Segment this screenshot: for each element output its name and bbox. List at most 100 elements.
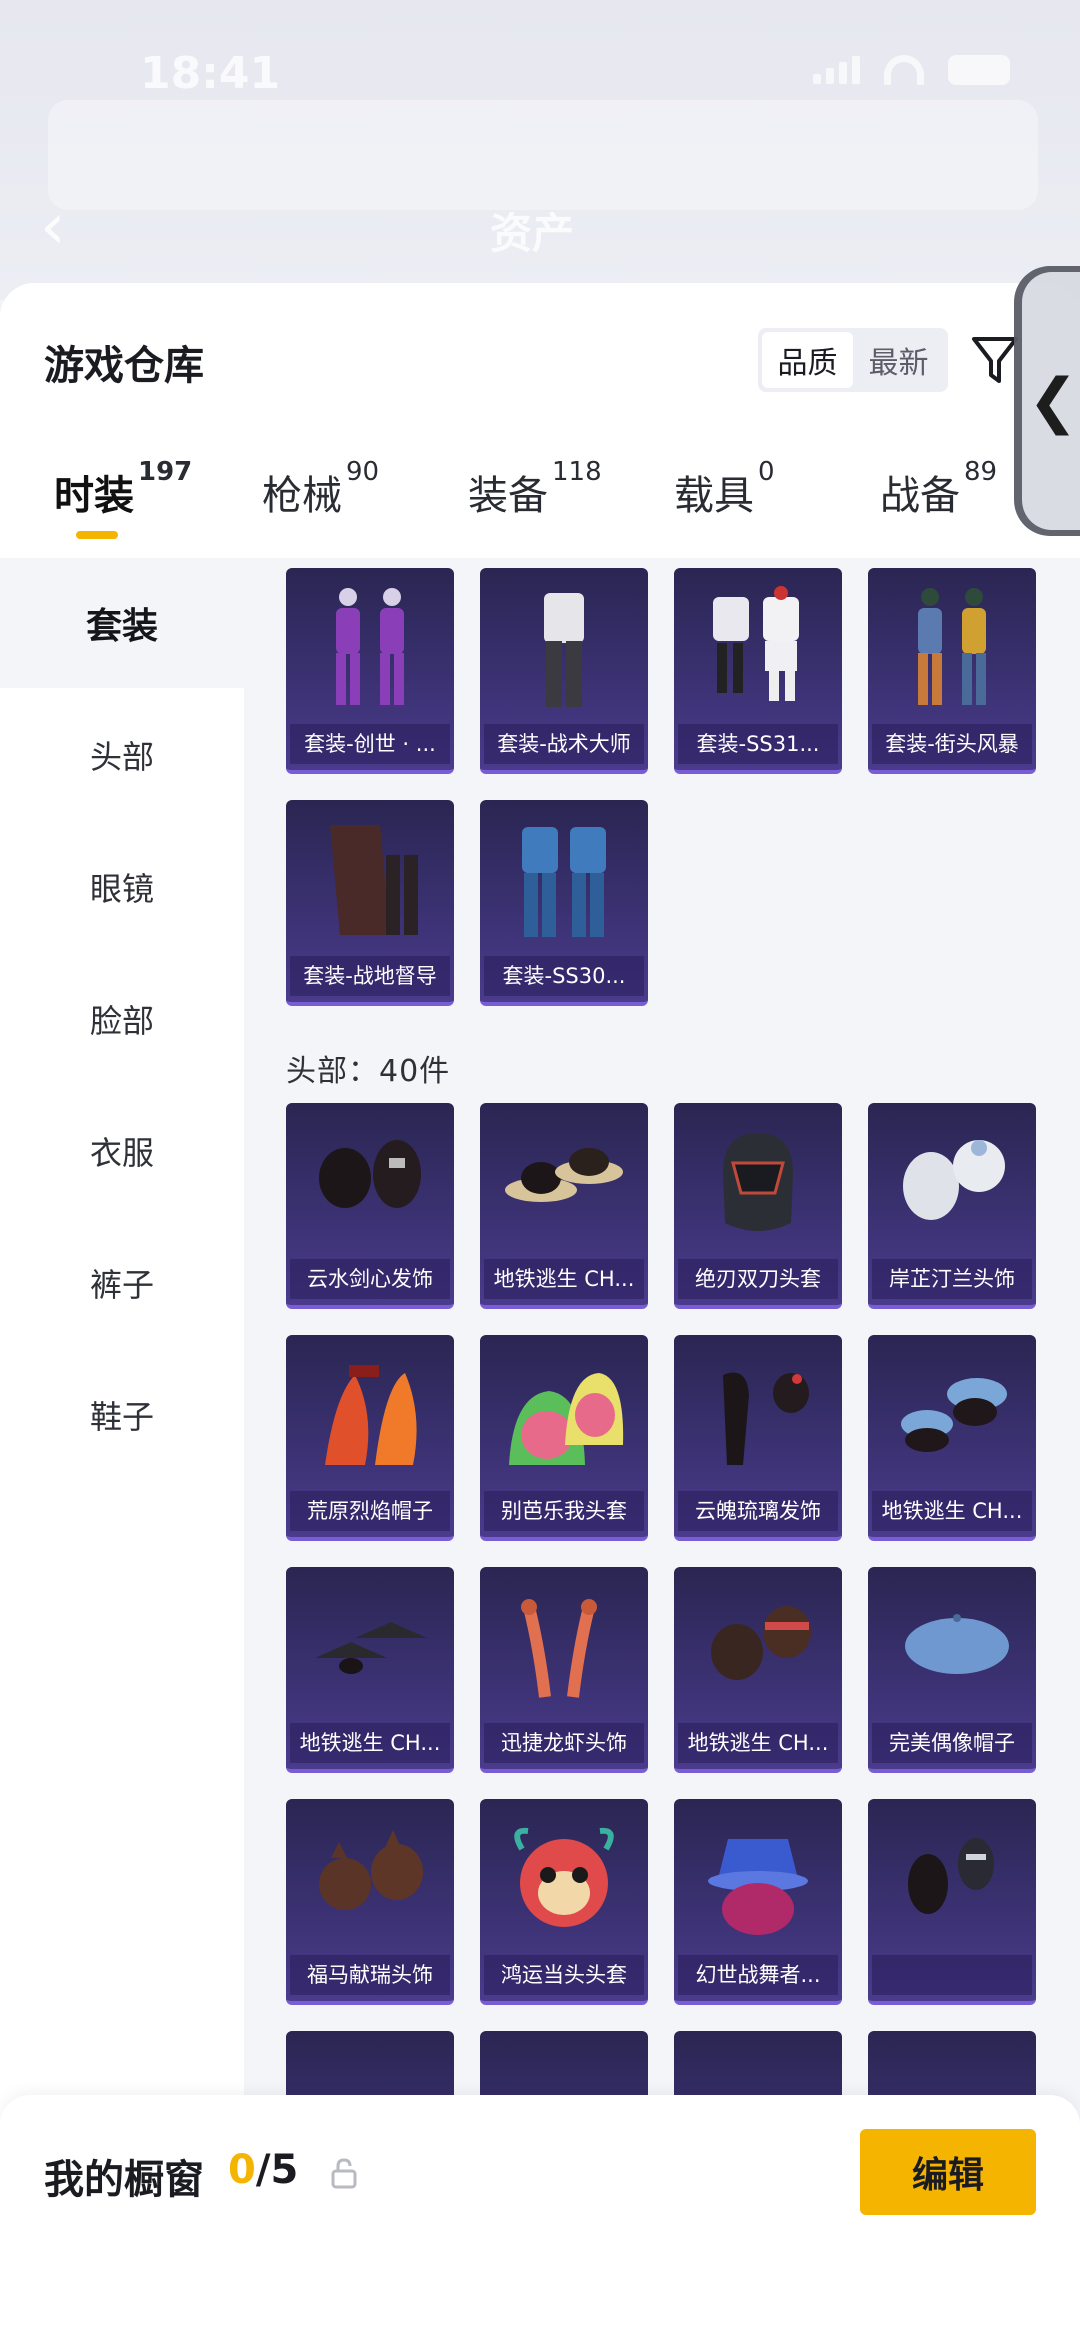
filter-icon[interactable] <box>970 333 1020 389</box>
tab-label: 时装 <box>54 473 134 519</box>
item-name: 幻世战舞者... <box>678 1955 838 1995</box>
sort-quality-button[interactable]: 品质 <box>762 332 853 388</box>
head-item-card[interactable]: 地铁逃生 CH... <box>480 1103 648 1309</box>
background-panel <box>48 100 1038 210</box>
item-name: 地铁逃生 CH... <box>872 1491 1032 1531</box>
subcategory-glasses[interactable]: 眼镜 <box>0 822 244 952</box>
suit-card[interactable]: 套装-战术大师 <box>480 568 648 774</box>
beret-icon <box>878 1577 1026 1717</box>
subcategory-sidebar: 套装 头部 眼镜 脸部 衣服 裤子 鞋子 <box>0 558 244 2238</box>
head-item-card[interactable] <box>868 1799 1036 2005</box>
item-name: 套装-战术大师 <box>484 724 644 764</box>
signal-icon <box>813 56 860 84</box>
outfit-icon <box>490 578 638 718</box>
active-tab-indicator <box>76 531 118 539</box>
tab-label: 装备 <box>468 473 548 519</box>
subcategory-clothes[interactable]: 衣服 <box>0 1086 244 1216</box>
showcase-used: 0 <box>228 2147 256 2193</box>
tab-equipment[interactable]: 装备118 <box>468 457 602 521</box>
lock-icon <box>331 2158 357 2189</box>
item-name <box>872 1955 1032 1995</box>
outfit-icon <box>878 578 1026 718</box>
side-drawer-handle[interactable]: ❮ <box>1014 266 1080 536</box>
head-item-card[interactable]: 岸芷汀兰头饰 <box>868 1103 1036 1309</box>
head-item-card[interactable]: 完美偶像帽子 <box>868 1567 1036 1773</box>
item-name: 绝刃双刀头套 <box>678 1259 838 1299</box>
item-name: 套装-创世 · ... <box>290 724 450 764</box>
chevron-left-icon: ❮ <box>1022 272 1080 530</box>
item-name: 岸芷汀兰头饰 <box>872 1259 1032 1299</box>
wifi-icon <box>884 55 924 85</box>
suit-card[interactable]: 套装-街头风暴 <box>868 568 1036 774</box>
subcategory-shoes[interactable]: 鞋子 <box>0 1350 244 1480</box>
head-item-card[interactable]: 地铁逃生 CH... <box>674 1567 842 1773</box>
tab-guns[interactable]: 枪械90 <box>262 457 379 521</box>
subcategory-suits[interactable]: 套装 <box>0 558 244 688</box>
bucket-hat-icon <box>684 1809 832 1949</box>
head-item-card[interactable]: 荒原烈焰帽子 <box>286 1335 454 1541</box>
edit-button[interactable]: 编辑 <box>860 2129 1036 2215</box>
hair-icon <box>684 1577 832 1717</box>
sheet-title: 游戏仓库 <box>44 343 204 389</box>
battery-icon <box>948 55 1010 85</box>
hair-icon <box>296 1809 444 1949</box>
tab-vehicles[interactable]: 载具0 <box>674 457 775 521</box>
item-name: 云魄琉璃发饰 <box>678 1491 838 1531</box>
suit-card[interactable]: 套装-创世 · ... <box>286 568 454 774</box>
hair-icon <box>684 1345 832 1485</box>
tab-fashion[interactable]: 时装197 <box>54 457 192 521</box>
head-item-card[interactable]: 迅捷龙虾头饰 <box>480 1567 648 1773</box>
hair-icon <box>878 1809 1026 1949</box>
head-item-card[interactable]: 幻世战舞者... <box>674 1799 842 2005</box>
hat-icon <box>490 1113 638 1253</box>
subcategory-face[interactable]: 脸部 <box>0 954 244 1084</box>
helmet-icon <box>684 1113 832 1253</box>
outfit-icon <box>490 810 638 950</box>
item-name: 套装-战地督导 <box>290 956 450 996</box>
beret-icon <box>878 1345 1026 1485</box>
tab-count: 90 <box>346 457 380 487</box>
tab-count: 118 <box>552 457 602 487</box>
back-icon: ‹ <box>40 190 66 264</box>
tab-label: 枪械 <box>262 473 342 519</box>
item-name: 云水剑心发饰 <box>290 1259 450 1299</box>
item-name: 迅捷龙虾头饰 <box>484 1723 644 1763</box>
lion-mask-icon <box>490 1809 638 1949</box>
suit-card[interactable]: 套装-SS31... <box>674 568 842 774</box>
item-name: 别芭乐我头套 <box>484 1491 644 1531</box>
head-item-card[interactable]: 云魄琉璃发饰 <box>674 1335 842 1541</box>
tab-supplies[interactable]: 战备89 <box>880 457 997 521</box>
head-item-card[interactable]: 鸿运当头头套 <box>480 1799 648 2005</box>
showcase-bar: 我的橱窗 0/5 编辑 <box>0 2095 1080 2341</box>
head-item-card[interactable]: 福马献瑞头饰 <box>286 1799 454 2005</box>
head-item-card[interactable]: 地铁逃生 CH... <box>286 1567 454 1773</box>
background-title: 资产 <box>490 209 575 258</box>
outfit-icon <box>296 810 444 950</box>
showcase-count: 0/5 <box>228 2147 298 2193</box>
warehouse-sheet: 游戏仓库 品质 最新 时装197 枪械90 装备118 载具0 战备89 套装 … <box>0 283 1080 2341</box>
hat-icon <box>296 1345 444 1485</box>
tab-count: 0 <box>758 457 775 487</box>
outfit-icon <box>684 578 832 718</box>
head-item-card[interactable]: 云水剑心发饰 <box>286 1103 454 1309</box>
suit-card[interactable]: 套装-SS30... <box>480 800 648 1006</box>
item-name: 套装-街头风暴 <box>872 724 1032 764</box>
status-time: 18:41 <box>140 48 281 99</box>
hair-icon <box>878 1113 1026 1253</box>
subcategory-pants[interactable]: 裤子 <box>0 1218 244 1348</box>
suit-card[interactable]: 套装-战地督导 <box>286 800 454 1006</box>
showcase-total: /5 <box>255 2147 299 2193</box>
tab-label: 战备 <box>880 473 960 519</box>
sort-toggle: 品质 最新 <box>758 328 948 392</box>
subcategory-head[interactable]: 头部 <box>0 690 244 820</box>
head-item-card[interactable]: 绝刃双刀头套 <box>674 1103 842 1309</box>
head-item-card[interactable]: 地铁逃生 CH... <box>868 1335 1036 1541</box>
tab-count: 197 <box>138 457 193 487</box>
sort-latest-button[interactable]: 最新 <box>853 332 944 388</box>
item-name: 地铁逃生 CH... <box>678 1723 838 1763</box>
item-name: 荒原烈焰帽子 <box>290 1491 450 1531</box>
showcase-title: 我的橱窗 <box>44 2157 204 2203</box>
item-name: 鸿运当头头套 <box>484 1955 644 1995</box>
head-item-card[interactable]: 别芭乐我头套 <box>480 1335 648 1541</box>
status-icons <box>813 55 1010 85</box>
